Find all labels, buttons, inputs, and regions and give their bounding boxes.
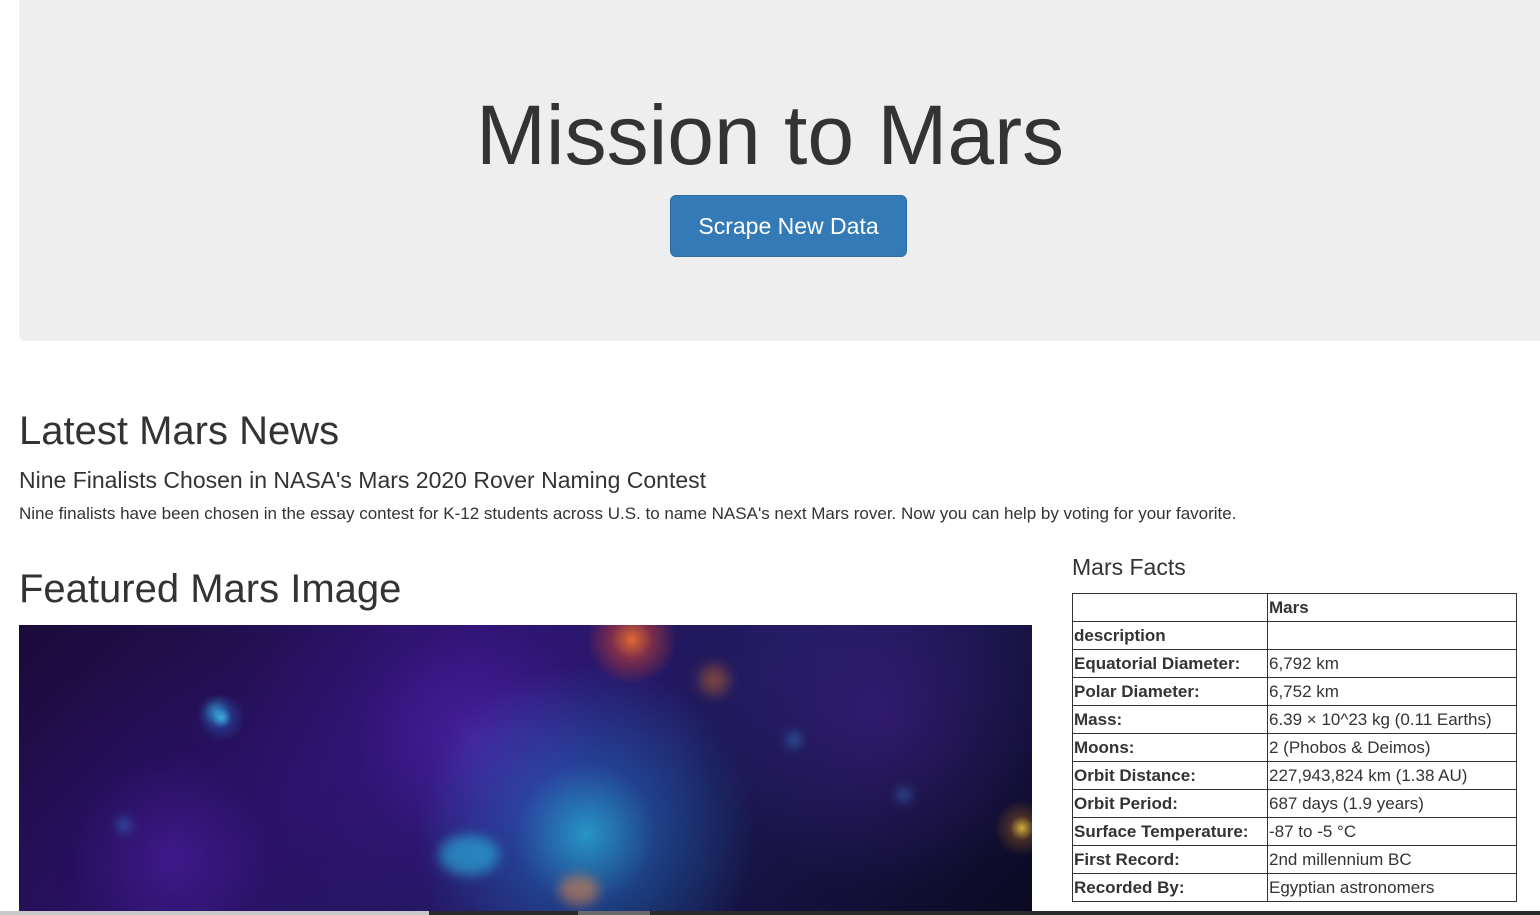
fact-value: 2nd millennium BC — [1267, 845, 1517, 874]
mars-facts-heading: Mars Facts — [1072, 554, 1186, 580]
scrollbar-thumb[interactable] — [578, 911, 650, 915]
table-row: Polar Diameter: 6,752 km — [1072, 677, 1517, 706]
horizontal-scrollbar[interactable] — [0, 911, 1540, 915]
fact-value: 687 days (1.9 years) — [1267, 789, 1517, 818]
fact-value: 6,792 km — [1267, 649, 1517, 678]
table-index-header: description — [1072, 621, 1268, 650]
fact-label: Orbit Distance: — [1072, 761, 1268, 790]
table-header-blank — [1072, 593, 1268, 622]
fact-value: 227,943,824 km (1.38 AU) — [1267, 761, 1517, 790]
table-row: Moons: 2 (Phobos & Deimos) — [1072, 733, 1517, 762]
news-paragraph: Nine finalists have been chosen in the e… — [19, 504, 1237, 523]
table-header-row: Mars — [1072, 593, 1517, 622]
scrape-new-data-button[interactable]: Scrape New Data — [670, 195, 907, 257]
fact-label: Moons: — [1072, 733, 1268, 762]
table-row: Orbit Period: 687 days (1.9 years) — [1072, 789, 1517, 818]
table-row: First Record: 2nd millennium BC — [1072, 845, 1517, 874]
table-index-row: description — [1072, 621, 1517, 650]
table-row: Mass: 6.39 × 10^23 kg (0.11 Earths) — [1072, 705, 1517, 734]
fact-value: 6.39 × 10^23 kg (0.11 Earths) — [1267, 705, 1517, 734]
fact-label: Equatorial Diameter: — [1072, 649, 1268, 678]
mars-facts-table: Mars description Equatorial Diameter: 6,7… — [1072, 593, 1517, 902]
featured-image-heading: Featured Mars Image — [19, 567, 402, 611]
fact-value: Egyptian astronomers — [1267, 873, 1517, 902]
table-row: Equatorial Diameter: 6,792 km — [1072, 649, 1517, 678]
fact-value: 2 (Phobos & Deimos) — [1267, 733, 1517, 762]
page-title: Mission to Mars — [475, 88, 1065, 182]
fact-value: 6,752 km — [1267, 677, 1517, 706]
fact-label: Mass: — [1072, 705, 1268, 734]
table-row: Orbit Distance: 227,943,824 km (1.38 AU) — [1072, 761, 1517, 790]
fact-label: Surface Temperature: — [1072, 817, 1268, 846]
table-index-blank — [1267, 621, 1517, 650]
fact-label: First Record: — [1072, 845, 1268, 874]
table-header-mars: Mars — [1267, 593, 1517, 622]
fact-label: Orbit Period: — [1072, 789, 1268, 818]
featured-mars-image — [19, 625, 1032, 915]
scrollbar-track-segment — [0, 911, 429, 915]
fact-label: Polar Diameter: — [1072, 677, 1268, 706]
table-row: Surface Temperature: -87 to -5 °C — [1072, 817, 1517, 846]
fact-label: Recorded By: — [1072, 873, 1268, 902]
news-title: Nine Finalists Chosen in NASA's Mars 202… — [19, 467, 707, 493]
fact-value: -87 to -5 °C — [1267, 817, 1517, 846]
table-row: Recorded By: Egyptian astronomers — [1072, 873, 1517, 902]
latest-news-heading: Latest Mars News — [19, 409, 340, 453]
